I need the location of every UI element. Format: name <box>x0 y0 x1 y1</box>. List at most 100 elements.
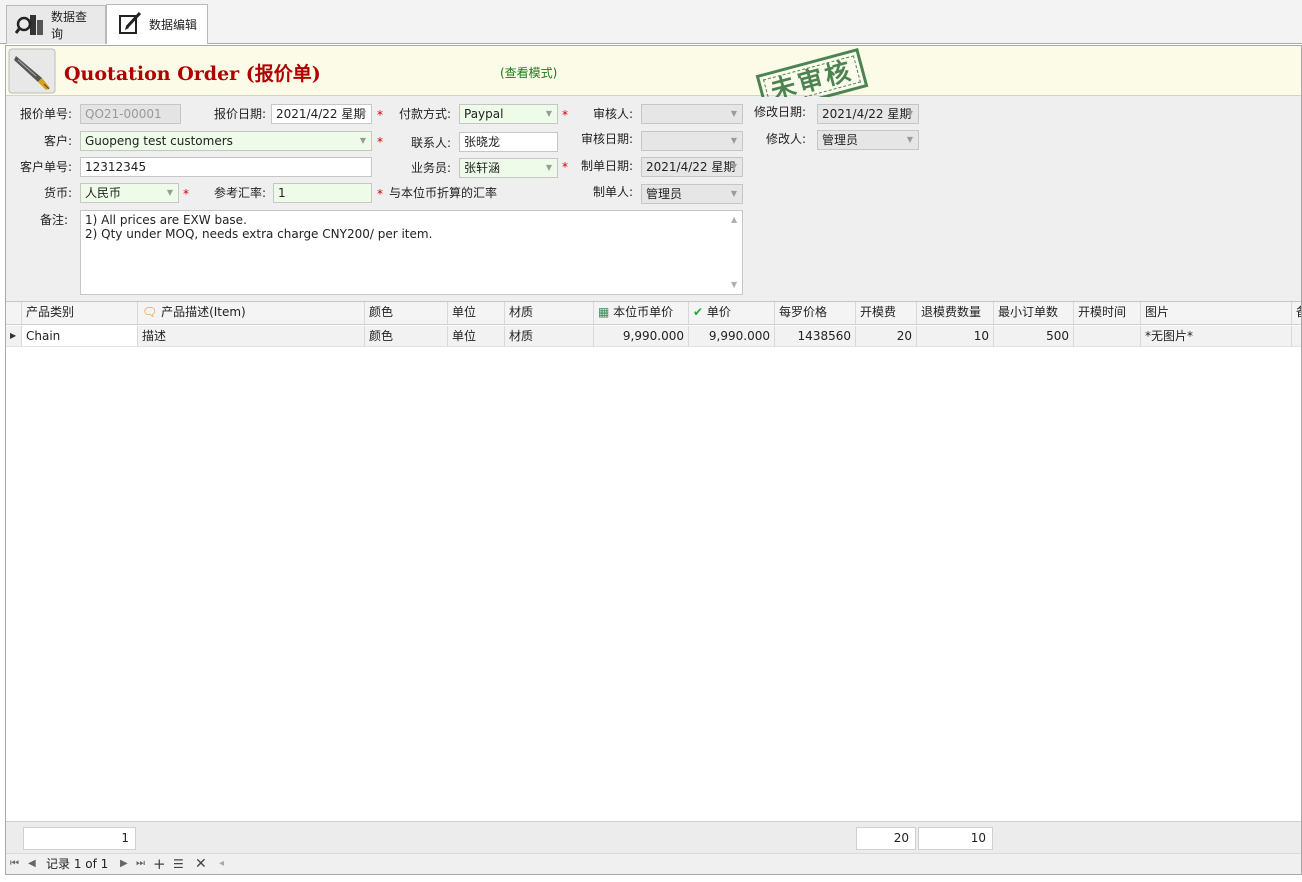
comment-icon: 🗨 <box>142 305 158 319</box>
table-cell[interactable]: 单位 <box>448 326 505 346</box>
chevron-down-icon[interactable]: ▼ <box>357 105 369 123</box>
modifier-label: 修改人: <box>765 132 806 146</box>
table-cell[interactable]: 9,990.000 <box>594 326 689 346</box>
quote-date-label: 报价日期: <box>213 107 266 121</box>
chevron-down-icon[interactable]: ▼ <box>728 105 740 123</box>
modifier-value: 管理员 <box>822 133 859 147</box>
chevron-down-icon[interactable]: ▼ <box>728 132 740 150</box>
chevron-down-icon[interactable]: ▼ <box>164 184 176 202</box>
chevron-down-icon[interactable]: ▼ <box>904 105 916 123</box>
chevron-down-icon[interactable]: ▼ <box>543 159 555 177</box>
table-cell[interactable]: 500 <box>994 326 1074 346</box>
column-header[interactable]: 每罗价格 <box>775 302 856 324</box>
first-record-icon[interactable]: ⏮ <box>10 856 19 872</box>
notes-line: 1) All prices are EXW base. <box>85 213 247 227</box>
edit-record-icon[interactable]: ☰ <box>173 856 184 872</box>
salesman-value: 张轩涵 <box>464 161 501 175</box>
table-cell[interactable] <box>1292 326 1301 346</box>
scroll-left-icon[interactable]: ◂ <box>219 856 224 872</box>
scroll-up-icon[interactable]: ▲ <box>731 213 737 227</box>
notes-textarea[interactable]: 1) All prices are EXW base. 2) Qty under… <box>80 210 743 295</box>
grid-header: 产品类别 🗨 产品描述(Item) 颜色 单位 材质 ▦ 本位币单价 ✔ 单价 … <box>6 302 1301 325</box>
prev-record-icon[interactable]: ◀ <box>28 856 36 872</box>
notes-label: 备注: <box>39 213 68 227</box>
table-cell[interactable]: 描述 <box>138 326 365 346</box>
required-mark: * <box>377 135 383 149</box>
payment-select[interactable]: Paypal ▼ <box>459 104 558 124</box>
modify-date-field[interactable]: 2021/4/22 星期 ▼ <box>817 104 919 124</box>
approver-label: 审核人: <box>592 107 633 121</box>
customer-select[interactable]: Guopeng test customers ▼ <box>80 131 372 151</box>
column-header-label: 单价 <box>706 305 731 319</box>
scroll-down-icon[interactable]: ▼ <box>731 278 737 292</box>
column-header[interactable]: 最小订单数 <box>994 302 1074 324</box>
approve-date-field[interactable]: ▼ <box>641 131 743 151</box>
record-navigator: ⏮ ◀ 记录 1 of 1 ▶ ⏭ + ☰ ✕ ◂ <box>6 853 1301 874</box>
table-cell[interactable]: 9,990.000 <box>689 326 775 346</box>
contact-field[interactable]: 张晓龙 <box>459 132 558 152</box>
column-header[interactable]: 单位 <box>448 302 505 324</box>
modify-date-value: 2021/4/22 星期 <box>822 107 912 121</box>
required-mark: * <box>377 108 383 122</box>
tab-data-query[interactable]: 数据查询 <box>6 5 106 44</box>
rate-label: 参考汇率: <box>213 186 266 200</box>
approver-select[interactable]: ▼ <box>641 104 743 124</box>
view-mode-label: (查看模式) <box>500 66 558 80</box>
record-position: 记录 1 of 1 <box>46 857 109 871</box>
table-cell[interactable]: 材质 <box>505 326 594 346</box>
currency-select[interactable]: 人民币 ▼ <box>80 183 179 203</box>
customer-no-field[interactable]: 12312345 <box>80 157 372 177</box>
table-cell[interactable]: 颜色 <box>365 326 448 346</box>
chevron-down-icon[interactable]: ▼ <box>728 185 740 203</box>
footer-mold-fee-sum: 20 <box>856 827 916 850</box>
table-cell[interactable]: *无图片* <box>1141 326 1292 346</box>
notes-line: 2) Qty under MOQ, needs extra charge CNY… <box>85 227 433 241</box>
column-header[interactable]: 开模费 <box>856 302 917 324</box>
table-cell[interactable]: 20 <box>856 326 917 346</box>
quote-no-label: 报价单号: <box>19 107 72 121</box>
notes-scrollbar[interactable]: ▲ ▼ <box>729 212 741 293</box>
column-header[interactable]: 开模时间 <box>1074 302 1141 324</box>
quote-date-field[interactable]: 2021/4/22 星期 ▼ <box>271 104 372 124</box>
column-header[interactable]: 🗨 产品描述(Item) <box>138 302 365 324</box>
chevron-down-icon[interactable]: ▼ <box>543 105 555 123</box>
quotation-items-grid: 产品类别 🗨 产品描述(Item) 颜色 单位 材质 ▦ 本位币单价 ✔ 单价 … <box>6 301 1301 821</box>
edit-panel: Quotation Order (报价单) (查看模式) 未审核 报价单号: Q… <box>5 45 1302 875</box>
modifier-field[interactable]: 管理员 ▼ <box>817 130 919 150</box>
column-header[interactable]: 材质 <box>505 302 594 324</box>
tab-label: 数据查询 <box>51 10 88 41</box>
create-date-field[interactable]: 2021/4/22 星期 ▼ <box>641 157 743 177</box>
table-cell[interactable]: 10 <box>917 326 994 346</box>
column-header[interactable]: 图片 <box>1141 302 1292 324</box>
table-cell[interactable]: 1438560 <box>775 326 856 346</box>
column-header[interactable]: 备 <box>1292 302 1301 324</box>
tab-data-edit[interactable]: 数据编辑 <box>106 4 208 44</box>
footer-count: 1 <box>23 827 136 850</box>
creator-field[interactable]: 管理员 ▼ <box>641 184 743 204</box>
chevron-down-icon[interactable]: ▼ <box>728 158 740 176</box>
chevron-down-icon[interactable]: ▼ <box>904 131 916 149</box>
column-header[interactable]: ✔ 单价 <box>689 302 775 324</box>
rate-field[interactable]: 1 <box>273 183 372 203</box>
salesman-select[interactable]: 张轩涵 ▼ <box>459 158 558 178</box>
form-header: Quotation Order (报价单) (查看模式) 未审核 <box>6 46 1301 115</box>
next-record-icon[interactable]: ▶ <box>120 856 128 872</box>
rate-note: 与本位币折算的汇率 <box>389 186 498 200</box>
column-header[interactable]: 退模费数量 <box>917 302 994 324</box>
column-header[interactable]: 颜色 <box>365 302 448 324</box>
quote-no-field[interactable]: QO21-00001 <box>80 104 181 124</box>
delete-record-icon[interactable]: ✕ <box>195 856 207 872</box>
fountain-pen-icon <box>8 48 56 97</box>
grid-footer: 1 20 10 <box>6 821 1301 853</box>
current-row-icon: ▶ <box>6 326 22 346</box>
column-header[interactable]: 产品类别 <box>22 302 138 324</box>
add-record-icon[interactable]: + <box>153 856 166 872</box>
table-cell[interactable]: Chain <box>22 326 138 346</box>
column-header-label: 本位币单价 <box>613 305 674 319</box>
table-cell[interactable] <box>1074 326 1141 346</box>
column-header[interactable]: ▦ 本位币单价 <box>594 302 689 324</box>
table-row[interactable]: ▶ Chain 描述 颜色 单位 材质 9,990.000 9,990.000 … <box>6 326 1301 347</box>
chevron-down-icon[interactable]: ▼ <box>357 132 369 150</box>
currency-label: 货币: <box>43 186 72 200</box>
last-record-icon[interactable]: ⏭ <box>136 856 145 872</box>
